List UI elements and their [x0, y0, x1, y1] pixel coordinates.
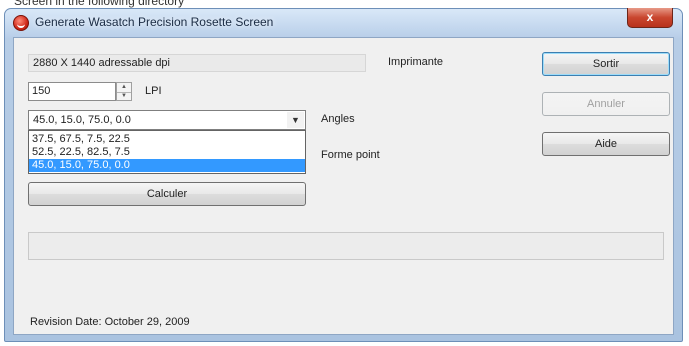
sortir-button[interactable]: Sortir: [542, 52, 670, 76]
angles-option-selected[interactable]: 45.0, 15.0, 75.0, 0.0: [29, 159, 305, 172]
lpi-label: LPI: [145, 85, 162, 97]
window-title: Generate Wasatch Precision Rosette Scree…: [35, 15, 274, 29]
dialog-window: Generate Wasatch Precision Rosette Scree…: [4, 8, 683, 342]
spin-down-icon[interactable]: ▼: [117, 92, 131, 101]
angles-label: Angles: [321, 113, 355, 125]
angles-option[interactable]: 37.5, 67.5, 7.5, 22.5: [29, 133, 305, 146]
angles-dropdown-list[interactable]: 37.5, 67.5, 7.5, 22.5 52.5, 22.5, 82.5, …: [28, 130, 306, 174]
title-bar[interactable]: Generate Wasatch Precision Rosette Scree…: [5, 8, 682, 37]
close-button[interactable]: x: [627, 8, 673, 28]
status-field: [28, 232, 664, 260]
dialog-client-area: 2880 X 1440 adressable dpi Imprimante 15…: [13, 37, 674, 335]
calculer-button[interactable]: Calculer: [28, 182, 306, 206]
aide-button[interactable]: Aide: [542, 132, 670, 156]
revision-date-label: Revision Date: October 29, 2009: [30, 316, 190, 328]
angles-combobox[interactable]: 45.0, 15.0, 75.0, 0.0 ▼: [28, 110, 306, 130]
imprimante-label: Imprimante: [388, 56, 444, 68]
angles-selected-value: 45.0, 15.0, 75.0, 0.0: [33, 114, 131, 126]
resolution-field: 2880 X 1440 adressable dpi: [28, 54, 366, 72]
lpi-spinner[interactable]: ▲ ▼: [116, 82, 132, 101]
annuler-button[interactable]: Annuler: [542, 92, 670, 116]
lpi-input[interactable]: 150: [28, 82, 116, 101]
wasatch-logo-icon: [13, 15, 29, 31]
background-window-text: Screen in the following directory: [14, 0, 185, 8]
chevron-down-icon[interactable]: ▼: [287, 112, 304, 128]
angles-option[interactable]: 52.5, 22.5, 82.5, 7.5: [29, 146, 305, 159]
forme-point-label: Forme point: [321, 149, 380, 161]
